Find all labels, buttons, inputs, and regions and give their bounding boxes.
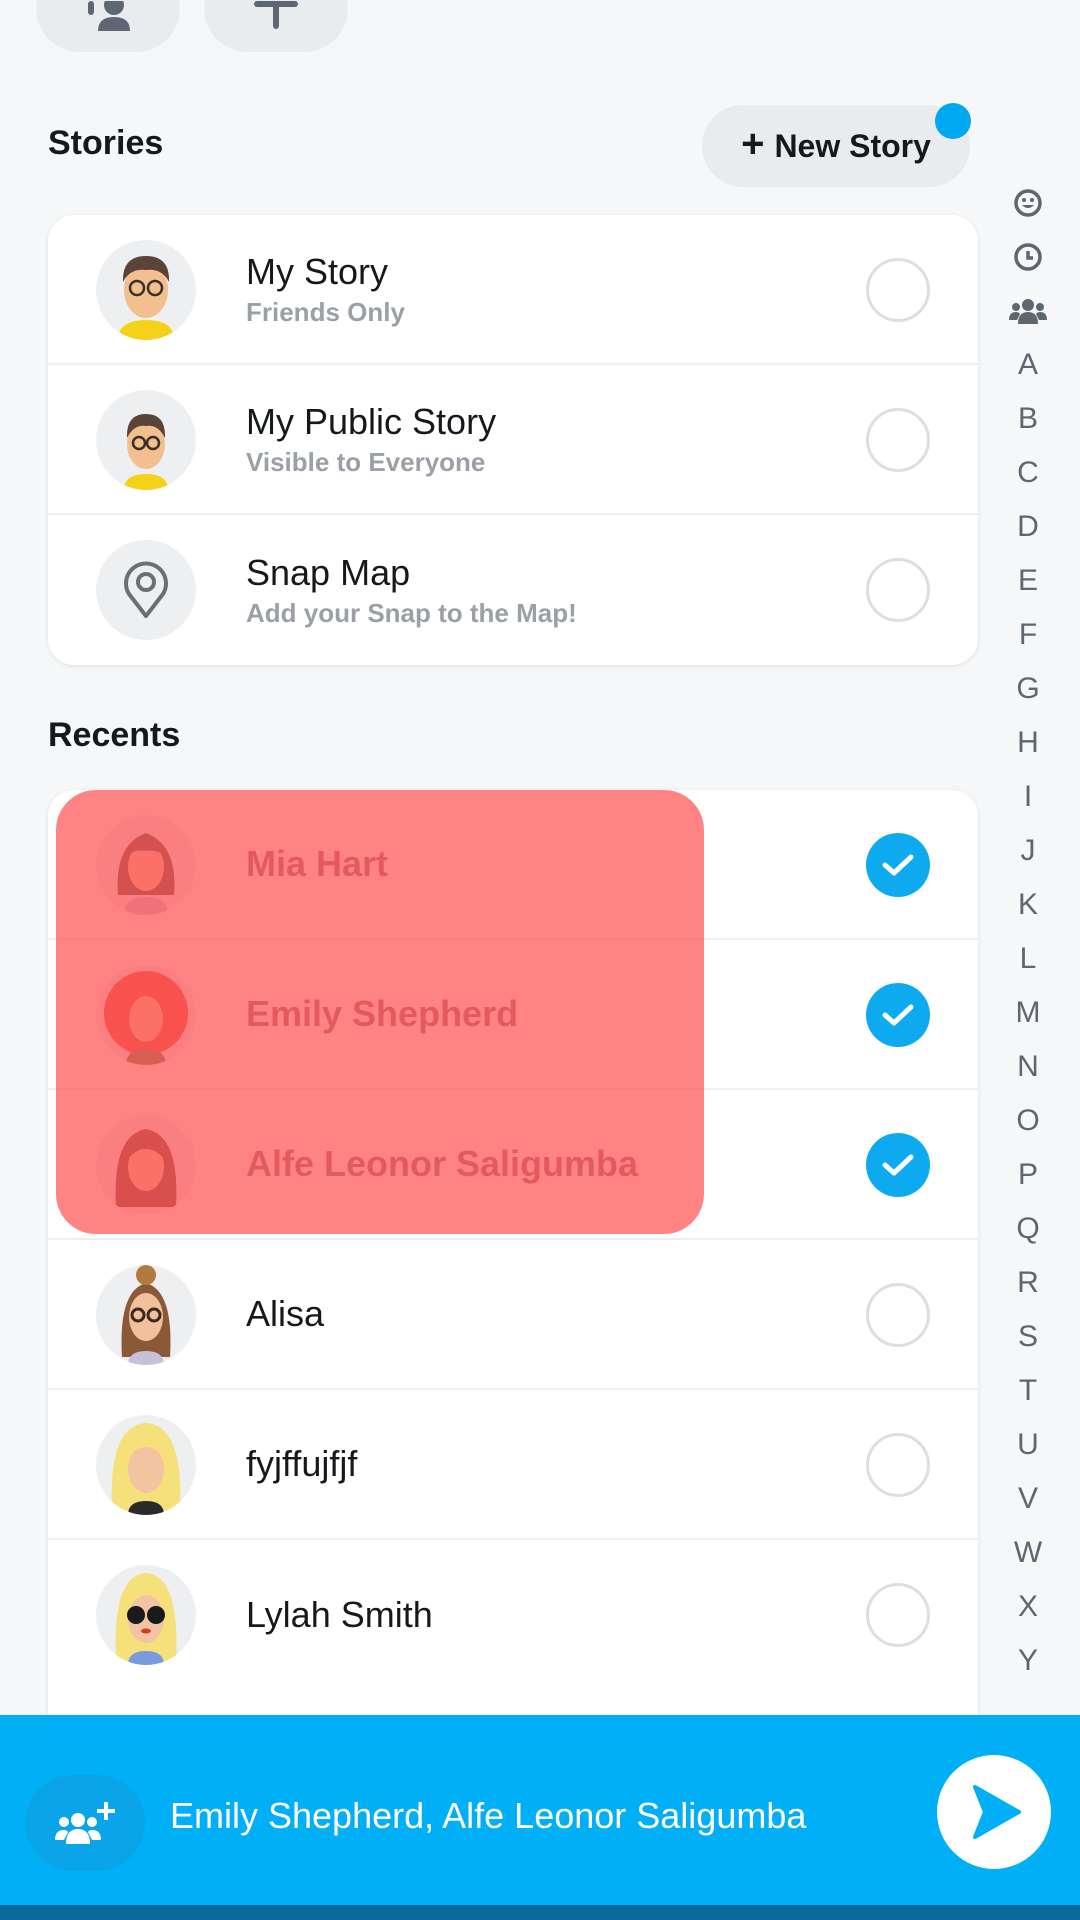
- index-letter-o[interactable]: O: [1016, 1094, 1039, 1148]
- story-name: My Public Story: [246, 400, 497, 442]
- story-subtitle: Add your Snap to the Map!: [246, 598, 577, 629]
- recents-list: Mia Hart Emily Shepherd Alfe Leonor Sali…: [48, 790, 978, 1720]
- checkmark-icon: [882, 1004, 914, 1026]
- add-friend-icon: [88, 1, 130, 31]
- stories-heading: Stories: [48, 124, 164, 162]
- story-subtitle: Friends Only: [246, 297, 405, 328]
- contact-name: Mia Hart: [246, 843, 389, 885]
- new-story-label: New Story: [774, 127, 931, 164]
- bitmoji-avatar-icon: [115, 1129, 177, 1207]
- new-story-button[interactable]: + New Story: [702, 105, 970, 187]
- avatar: [96, 1115, 196, 1215]
- contact-name: Emily Shepherd: [246, 993, 519, 1035]
- index-letter-x[interactable]: X: [1018, 1580, 1038, 1634]
- story-item-my-story[interactable]: My Story Friends Only: [48, 215, 978, 365]
- story-subtitle: Visible to Everyone: [246, 447, 486, 478]
- avatar: [96, 1415, 196, 1515]
- navigation-bar: [0, 1905, 1080, 1920]
- index-letter-d[interactable]: D: [1017, 500, 1039, 554]
- index-letter-e[interactable]: E: [1018, 554, 1038, 608]
- index-letter-n[interactable]: N: [1017, 1040, 1039, 1094]
- recent-item[interactable]: Lylah Smith: [48, 1540, 978, 1690]
- checkmark-icon: [882, 1154, 914, 1176]
- plus-icon: +: [741, 122, 765, 166]
- contact-name: Alisa: [246, 1293, 325, 1335]
- index-letter-h[interactable]: H: [1017, 716, 1039, 770]
- index-letter-m[interactable]: M: [1016, 986, 1041, 1040]
- recent-item[interactable]: fyjffujfjf: [48, 1390, 978, 1540]
- select-checkbox[interactable]: [866, 983, 930, 1047]
- select-checkbox[interactable]: [866, 408, 930, 472]
- story-name: Snap Map: [246, 551, 411, 593]
- story-name: My Story: [246, 250, 389, 292]
- avatar: [96, 1565, 196, 1665]
- bitmoji-avatar-icon: [115, 1573, 177, 1665]
- bitmoji-avatar-icon: [118, 256, 174, 340]
- index-letter-q[interactable]: Q: [1016, 1202, 1039, 1256]
- index-letter-u[interactable]: U: [1017, 1418, 1039, 1472]
- index-letter-k[interactable]: K: [1018, 878, 1038, 932]
- recent-item[interactable]: Alisa: [48, 1240, 978, 1390]
- recent-item[interactable]: Alfe Leonor Saligumba: [48, 1090, 978, 1240]
- select-checkbox[interactable]: [866, 1583, 930, 1647]
- bitmoji-avatar-icon: [111, 1423, 181, 1515]
- checkmark-icon: [882, 854, 914, 876]
- avatar: [96, 240, 196, 340]
- clock-icon[interactable]: [1013, 230, 1043, 284]
- index-letter-w[interactable]: W: [1014, 1526, 1042, 1580]
- recent-item[interactable]: Emily Shepherd: [48, 940, 978, 1090]
- select-checkbox[interactable]: [866, 558, 930, 622]
- create-group-button[interactable]: [25, 1775, 145, 1871]
- plus-icon: [254, 1, 298, 29]
- index-letter-t[interactable]: T: [1019, 1364, 1037, 1418]
- send-button[interactable]: [937, 1755, 1051, 1869]
- smiley-icon[interactable]: [1013, 176, 1043, 230]
- index-letter-f[interactable]: F: [1019, 608, 1037, 662]
- index-letter-a[interactable]: A: [1018, 338, 1038, 392]
- index-letter-s[interactable]: S: [1018, 1310, 1038, 1364]
- index-letter-p[interactable]: P: [1018, 1148, 1038, 1202]
- recents-heading: Recents: [48, 716, 181, 754]
- map-pin-icon: [124, 561, 168, 618]
- add-friend-button[interactable]: [36, 0, 180, 52]
- send-arrow-icon: [973, 1785, 1021, 1839]
- bitmoji-avatar-icon: [121, 1265, 171, 1365]
- index-letter-b[interactable]: B: [1018, 392, 1038, 446]
- index-letter-c[interactable]: C: [1017, 446, 1039, 500]
- alphabet-index[interactable]: A B C D E F G H I J K L M N O P Q R S T …: [1008, 176, 1048, 1688]
- contact-name: Lylah Smith: [246, 1594, 433, 1636]
- index-letter-g[interactable]: G: [1016, 662, 1039, 716]
- avatar: [96, 815, 196, 915]
- contact-name: Alfe Leonor Saligumba: [246, 1143, 639, 1185]
- stories-list: My Story Friends Only My Public Story Vi…: [48, 215, 978, 665]
- index-letter-r[interactable]: R: [1017, 1256, 1039, 1310]
- select-checkbox[interactable]: [866, 1433, 930, 1497]
- bitmoji-avatar-icon: [104, 971, 188, 1065]
- select-checkbox[interactable]: [866, 833, 930, 897]
- select-checkbox[interactable]: [866, 1133, 930, 1197]
- index-letter-j[interactable]: J: [1021, 824, 1036, 878]
- bitmoji-avatar-icon: [124, 414, 168, 490]
- selected-recipients: Emily Shepherd, Alfe Leonor Saligumba: [170, 1795, 807, 1836]
- avatar: [96, 390, 196, 490]
- avatar: [96, 965, 196, 1065]
- add-group-icon: [55, 1802, 115, 1844]
- story-item-my-public-story[interactable]: My Public Story Visible to Everyone: [48, 365, 978, 515]
- select-checkbox[interactable]: [866, 258, 930, 322]
- index-letter-l[interactable]: L: [1020, 932, 1037, 986]
- story-item-snap-map[interactable]: Snap Map Add your Snap to the Map!: [48, 515, 978, 665]
- bitmoji-avatar-icon: [117, 833, 175, 915]
- send-bar: Emily Shepherd, Alfe Leonor Saligumba: [0, 1715, 1080, 1905]
- avatar: [96, 540, 196, 640]
- index-letter-v[interactable]: V: [1018, 1472, 1038, 1526]
- index-letter-y[interactable]: Y: [1018, 1634, 1038, 1688]
- contact-name: fyjffujfjf: [246, 1443, 358, 1485]
- recent-item[interactable]: Mia Hart: [48, 790, 978, 940]
- add-button[interactable]: [204, 0, 348, 52]
- avatar: [96, 1265, 196, 1365]
- index-letter-i[interactable]: I: [1024, 770, 1032, 824]
- notification-dot: [935, 103, 971, 139]
- group-icon[interactable]: [1009, 284, 1047, 338]
- select-checkbox[interactable]: [866, 1283, 930, 1347]
